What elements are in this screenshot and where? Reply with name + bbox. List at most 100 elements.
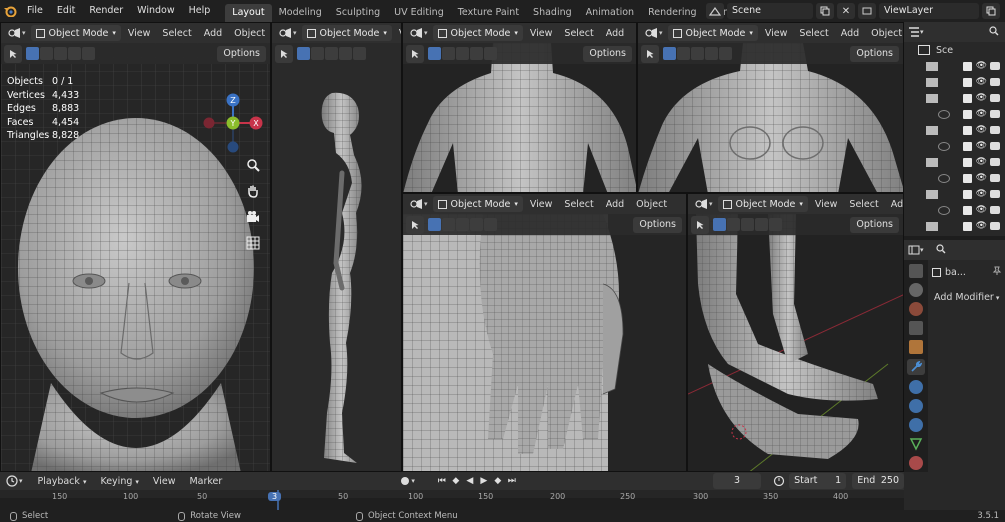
mode-dropdown[interactable]: Object Mode ▾ [301,25,392,41]
outliner-row[interactable]: 👁 [904,202,1005,218]
include-checkbox[interactable] [962,221,972,231]
menu-add[interactable]: Add [601,28,629,39]
next-keyframe-icon[interactable]: ◆ [491,474,505,488]
menu-select[interactable]: Select [157,28,196,39]
select-tool-icon[interactable] [406,215,424,234]
menu-object[interactable]: Object [631,28,636,39]
include-checkbox[interactable] [962,205,972,215]
menu-playback[interactable]: Playback ▾ [33,476,92,487]
outliner-row[interactable]: 👁 [904,58,1005,74]
options-dropdown[interactable]: Options [633,216,682,233]
tab-rendering[interactable]: Rendering [641,4,704,22]
outliner-editor-icon[interactable]: ▾ [908,27,924,37]
render-camera-icon[interactable] [990,174,1000,182]
menu-view[interactable]: View [148,476,181,487]
options-dropdown[interactable]: Options [217,45,266,62]
timeline-editor-icon[interactable]: ▾ [6,475,23,487]
include-checkbox[interactable] [962,173,972,183]
modifier-wrench-icon[interactable] [907,359,925,375]
view-layer-icon[interactable] [858,3,876,19]
scene-tab-icon[interactable] [909,340,923,354]
scene-icon[interactable] [706,3,724,19]
render-camera-icon[interactable] [990,110,1000,118]
viewport-hand-canvas[interactable] [403,214,686,471]
viewport-side[interactable]: ▾ Object Mode ▾ View [271,22,402,472]
end-frame-field[interactable]: End 250 [852,473,904,489]
outliner-row[interactable]: 👁 [904,186,1005,202]
viewport-hand[interactable]: ▾ Object Mode ▾ View Select Add Object O… [402,193,687,472]
visibility-eye-icon[interactable]: 👁 [976,125,987,135]
jump-start-icon[interactable]: ⏮ [435,474,449,488]
blender-logo-icon[interactable] [0,0,20,22]
tab-modeling[interactable]: Modeling [272,4,329,22]
menu-object[interactable]: Object [866,28,903,39]
render-camera-icon[interactable] [990,222,1000,230]
tab-uv-editing[interactable]: UV Editing [387,4,451,22]
render-camera-icon[interactable] [990,158,1000,166]
include-checkbox[interactable] [962,93,972,103]
object-name-label[interactable]: ba... [945,267,966,278]
menu-add[interactable]: Add [836,28,864,39]
outliner-row[interactable]: 👁 [904,170,1005,186]
editor-type-selector[interactable]: ▾ [406,196,431,212]
outliner-search-icon[interactable] [989,25,999,39]
menu-select[interactable]: Select [559,199,598,210]
editor-type-selector[interactable]: ▾ [641,25,666,41]
properties-editor-icon[interactable]: ▾ [908,245,924,255]
select-mode-buttons[interactable] [297,47,366,60]
tab-animation[interactable]: Animation [579,4,641,22]
constraints-tab-icon[interactable] [909,418,923,432]
visibility-eye-icon[interactable]: 👁 [976,141,987,151]
viewport-back-canvas[interactable] [403,43,636,192]
data-tab-icon[interactable] [909,437,923,451]
mode-dropdown[interactable]: Object Mode ▾ [667,25,758,41]
menu-add[interactable]: Add [199,28,227,39]
select-mode-buttons[interactable] [663,47,732,60]
menu-add[interactable]: Add [601,199,629,210]
tab-layout[interactable]: Layout [225,4,272,22]
tab-sculpting[interactable]: Sculpting [329,4,387,22]
mode-dropdown[interactable]: Object Mode ▾ [432,196,523,212]
mode-dropdown[interactable]: Object Mode ▾ [717,196,808,212]
menu-view[interactable]: View [525,199,558,210]
tab-shading[interactable]: Shading [526,4,579,22]
viewport-front[interactable]: ▾ Object Mode ▾ View Select Add Object O… [0,22,271,472]
select-mode-buttons[interactable] [428,47,497,60]
visibility-eye-icon[interactable]: 👁 [976,61,987,71]
output-tab-icon[interactable] [909,302,923,316]
options-dropdown[interactable]: Options [583,45,632,62]
viewport-feet[interactable]: ▾ Object Mode ▾ View Select Add Options [687,193,904,472]
stopwatch-icon[interactable] [773,474,785,489]
render-camera-icon[interactable] [990,78,1000,86]
current-frame-field[interactable]: 3 [712,473,762,489]
menu-object[interactable]: Object [229,28,270,39]
timeline-ruler[interactable]: 150 100 50 3 50 100 150 200 250 300 350 … [0,490,904,510]
render-camera-icon[interactable] [990,62,1000,70]
menu-view[interactable]: View [394,28,401,39]
menu-select[interactable]: Select [844,199,883,210]
visibility-eye-icon[interactable]: 👁 [976,221,987,231]
visibility-eye-icon[interactable]: 👁 [976,205,987,215]
editor-type-selector[interactable]: ▾ [406,25,431,41]
outliner-row[interactable]: 👁 [904,138,1005,154]
playhead-frame-badge[interactable]: 3 [268,492,282,501]
menu-view[interactable]: View [810,199,843,210]
select-mode-buttons[interactable] [428,218,497,231]
visibility-eye-icon[interactable]: 👁 [976,93,987,103]
navigation-gizmo[interactable]: X Z Y [199,89,267,157]
select-tool-icon[interactable] [275,44,293,63]
properties-search-icon[interactable] [935,243,946,257]
include-checkbox[interactable] [962,61,972,71]
viewport-side-canvas[interactable] [272,43,401,471]
outliner-row[interactable]: 👁 [904,218,1005,234]
viewport-torso[interactable]: ▾ Object Mode ▾ View Select Add Object O… [637,22,904,193]
add-modifier-dropdown[interactable]: Add Modifier ▾ [934,292,1004,303]
outliner-row[interactable]: 👁 [904,154,1005,170]
menu-keying[interactable]: Keying ▾ [95,476,143,487]
tab-texture-paint[interactable]: Texture Paint [451,4,526,22]
visibility-eye-icon[interactable]: 👁 [976,77,987,87]
viewport-back[interactable]: ▾ Object Mode ▾ View Select Add Object O… [402,22,637,193]
render-camera-icon[interactable] [990,126,1000,134]
menu-select[interactable]: Select [794,28,833,39]
mode-dropdown[interactable]: Object Mode ▾ [30,25,121,41]
